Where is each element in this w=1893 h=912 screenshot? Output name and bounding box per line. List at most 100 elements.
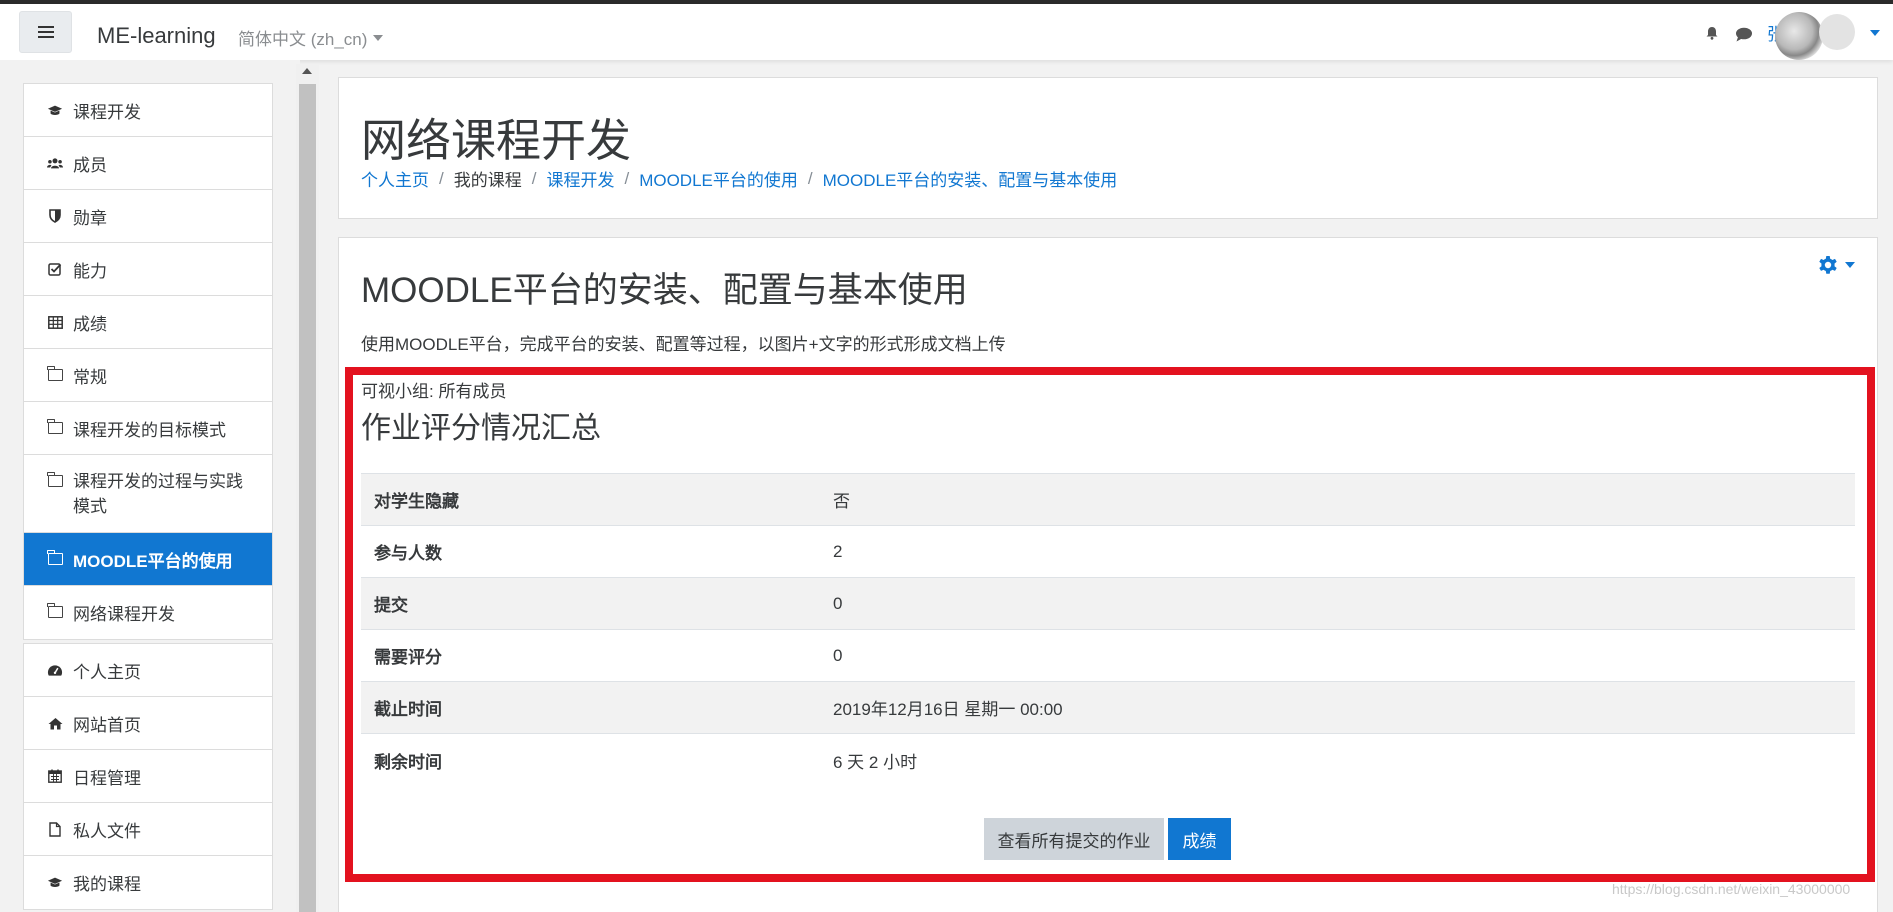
breadcrumb-section[interactable]: MOODLE平台的使用 <box>639 166 798 191</box>
grade-button[interactable]: 成绩 <box>1168 818 1231 860</box>
scrollbar-thumb[interactable] <box>299 84 316 912</box>
row-key: 参与人数 <box>374 544 442 563</box>
sidebar-item-label: 日程管理 <box>73 768 141 788</box>
sidebar-item-competencies[interactable]: 能力 <box>24 243 272 296</box>
sidebar-item-web-course-dev[interactable]: 网络课程开发 <box>24 586 272 639</box>
user-menu-chevron-icon[interactable] <box>1870 30 1880 36</box>
bell-icon[interactable] <box>1705 26 1719 40</box>
hamburger-icon <box>37 26 54 38</box>
sidebar-item-label: 勋章 <box>73 208 107 228</box>
folder-icon <box>47 603 63 619</box>
chevron-down-icon <box>373 34 384 41</box>
sidebar-item-label: 网站首页 <box>73 715 141 735</box>
drawer-scrollbar[interactable] <box>296 64 319 912</box>
row-key: 剩余时间 <box>374 752 442 772</box>
activity-description: 使用MOODLE平台，完成平台的安装、配置等过程，以图片+文字的形式形成文档上传 <box>361 335 1006 354</box>
top-navbar: ME-learning 简体中文 (zh_cn) 张 <box>0 4 1893 60</box>
row-value: 0 <box>833 645 843 665</box>
table-row: 截止时间 2019年12月16日 星期一 00:00 <box>361 682 1855 734</box>
watermark: https://blog.csdn.net/weixin_43000000 <box>1612 881 1851 897</box>
sidebar-item-label: 课程开发 <box>73 102 141 122</box>
sidebar-item-process-mode[interactable]: 课程开发的过程与实践模式 <box>24 455 272 533</box>
shield-icon <box>47 209 63 223</box>
table-row: 提交 0 <box>361 578 1855 630</box>
user-area: 张 <box>1673 4 1893 60</box>
sidebar-item-label: 个人主页 <box>73 662 141 682</box>
site-brand[interactable]: ME-learning <box>97 23 216 49</box>
sidebar-item-target-mode[interactable]: 课程开发的目标模式 <box>24 402 272 455</box>
sidebar-item-label: MOODLE平台的使用 <box>73 551 233 571</box>
checkbox-icon <box>47 262 63 276</box>
sidebar-item-grades[interactable]: 成绩 <box>24 296 272 349</box>
table-icon <box>47 315 63 329</box>
row-key: 对学生隐藏 <box>374 492 459 511</box>
row-value: 否 <box>833 492 850 511</box>
sidebar-item-calendar[interactable]: 日程管理 <box>24 750 272 803</box>
breadcrumb-dashboard[interactable]: 个人主页 <box>361 166 429 191</box>
site-nav-group: 个人主页 网站首页 日程管理 私人文件 我的课程 <box>23 643 273 910</box>
sidebar-item-label: 成员 <box>73 155 107 175</box>
breadcrumb-separator: / <box>807 168 813 188</box>
users-icon <box>47 156 63 170</box>
sidebar-item-moodle-usage[interactable]: MOODLE平台的使用 <box>24 533 272 586</box>
sidebar-item-course-dev[interactable]: 课程开发 <box>24 84 272 137</box>
view-all-submissions-button[interactable]: 查看所有提交的作业 <box>984 818 1164 860</box>
breadcrumb-separator: / <box>624 168 630 188</box>
grading-summary-title: 作业评分情况汇总 <box>361 412 601 445</box>
breadcrumb: 个人主页 / 我的课程 / 课程开发 / MOODLE平台的使用 / MOODL… <box>361 166 1117 191</box>
sidebar-item-label: 我的课程 <box>73 875 141 894</box>
dashboard-icon <box>47 663 63 677</box>
row-value: 2 <box>833 541 843 561</box>
folder-icon <box>47 366 63 382</box>
row-value: 6 天 2 小时 <box>833 752 918 772</box>
breadcrumb-separator: / <box>531 168 537 188</box>
sidebar-item-general[interactable]: 常规 <box>24 349 272 402</box>
breadcrumb-separator: / <box>439 168 444 188</box>
table-row: 参与人数 2 <box>361 526 1855 578</box>
folder-icon <box>47 550 63 566</box>
user-avatar-placeholder[interactable] <box>1819 14 1855 50</box>
sidebar-item-site-home[interactable]: 网站首页 <box>24 697 272 750</box>
sidebar-item-participants[interactable]: 成员 <box>24 137 272 190</box>
table-row: 对学生隐藏 否 <box>361 474 1855 526</box>
sidebar-item-label: 常规 <box>73 367 107 387</box>
sidebar-item-private-files[interactable]: 私人文件 <box>24 803 272 856</box>
scroll-up-arrow-icon[interactable] <box>302 68 312 74</box>
language-menu[interactable]: 简体中文 (zh_cn) <box>238 25 384 50</box>
course-nav-group: 课程开发 成员 勋章 能力 成绩 常规 课程开发的目标模式 课程开发的过程与实践… <box>23 83 273 640</box>
chat-icon[interactable] <box>1735 27 1753 42</box>
sidebar-item-my-courses[interactable]: 我的课程 <box>24 856 272 909</box>
file-icon <box>47 821 63 837</box>
sidebar-item-label: 成绩 <box>73 314 107 334</box>
sidebar-item-label: 私人文件 <box>73 821 141 841</box>
row-key: 提交 <box>374 596 408 615</box>
user-avatar[interactable] <box>1775 12 1823 60</box>
row-key: 截止时间 <box>374 700 442 719</box>
folder-icon <box>47 419 63 435</box>
folder-icon <box>47 472 63 488</box>
breadcrumb-course[interactable]: 课程开发 <box>546 166 614 191</box>
calendar-icon <box>47 769 63 783</box>
sidebar-item-label: 网络课程开发 <box>73 605 175 624</box>
row-key: 需要评分 <box>374 648 442 667</box>
graduation-cap-icon <box>47 875 63 889</box>
sidebar-item-dashboard[interactable]: 个人主页 <box>24 644 272 697</box>
breadcrumb-activity[interactable]: MOODLE平台的安装、配置与基本使用 <box>823 166 1118 191</box>
sidebar-item-label: 课程开发的目标模式 <box>73 420 226 440</box>
row-value: 2019年12月16日 星期一 00:00 <box>833 700 1063 719</box>
grading-summary-table: 对学生隐藏 否 参与人数 2 提交 0 需要评分 0 截止时间 2019年12月… <box>361 473 1855 786</box>
sidebar-item-label: 能力 <box>73 261 107 281</box>
language-label: 简体中文 (zh_cn) <box>238 30 368 49</box>
sidebar-item-label: 课程开发的过程与实践模式 <box>73 472 243 516</box>
table-row: 剩余时间 6 天 2 小时 <box>361 734 1855 786</box>
page-title: 网络课程开发 <box>361 115 632 166</box>
group-selector-label: 可视小组: 所有成员 <box>361 382 507 401</box>
activity-actions-menu[interactable] <box>1816 253 1855 277</box>
nav-drawer: 课程开发 成员 勋章 能力 成绩 常规 课程开发的目标模式 课程开发的过程与实践… <box>0 60 300 912</box>
home-icon <box>47 716 63 730</box>
page-header: 网络课程开发 个人主页 / 我的课程 / 课程开发 / MOODLE平台的使用 … <box>338 77 1878 219</box>
activity-title: MOODLE平台的安装、配置与基本使用 <box>361 271 968 310</box>
drawer-toggle-button[interactable] <box>19 11 72 53</box>
breadcrumb-my-courses: 我的课程 <box>453 171 522 190</box>
sidebar-item-badges[interactable]: 勋章 <box>24 190 272 243</box>
